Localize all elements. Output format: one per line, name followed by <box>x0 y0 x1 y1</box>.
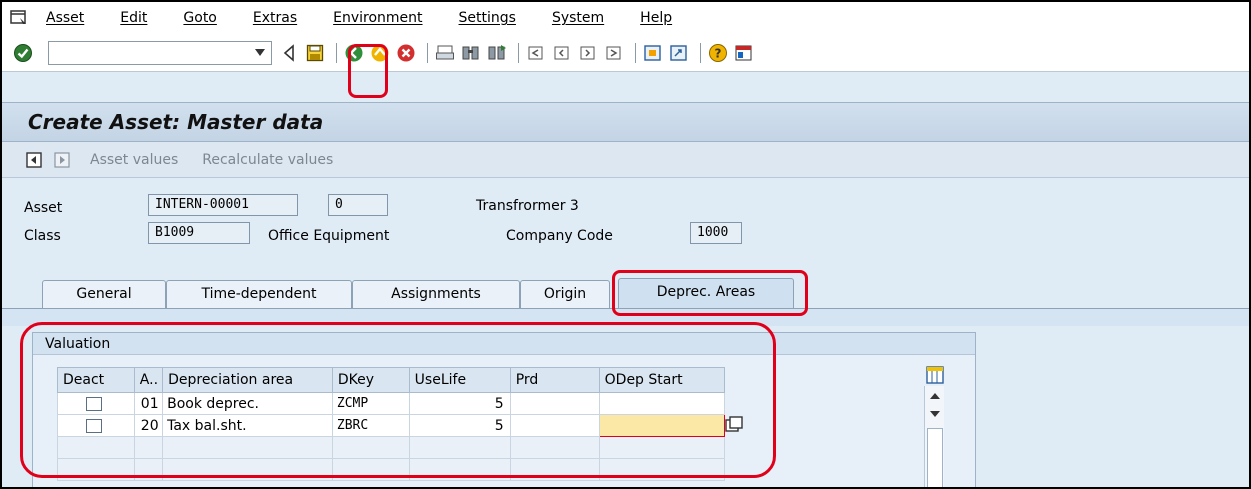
new-session-icon[interactable] <box>642 42 664 64</box>
tab-time-dependent[interactable]: Time-dependent <box>166 280 352 308</box>
menu-help[interactable]: Help <box>640 10 672 26</box>
previous-asset-icon[interactable] <box>26 151 42 168</box>
asset-values-button[interactable]: Asset values <box>90 152 178 168</box>
next-asset-icon[interactable] <box>54 151 70 168</box>
class-label: Class <box>24 228 61 244</box>
last-page-icon[interactable] <box>603 42 625 64</box>
class-description: Office Equipment <box>268 228 390 244</box>
asset-class-field[interactable]: B1009 <box>148 222 250 244</box>
next-page-icon[interactable] <box>577 42 599 64</box>
title-bar: Create Asset: Master data <box>2 102 1249 142</box>
enter-icon[interactable] <box>12 42 34 64</box>
save-icon[interactable] <box>304 42 326 64</box>
company-code-label: Company Code <box>506 228 613 244</box>
application-toolbar: Asset values Recalculate values <box>2 142 1249 178</box>
asset-description: Transfrormer 3 <box>476 198 579 214</box>
print-icon[interactable] <box>434 42 456 64</box>
valuation-highlight-box <box>20 322 776 478</box>
menu-toggle-icon[interactable] <box>10 10 28 26</box>
back-icon[interactable] <box>278 42 300 64</box>
menu-edit[interactable]: Edit <box>120 10 147 26</box>
toolbar-separator <box>336 42 337 63</box>
tab-assignments[interactable]: Assignments <box>352 280 520 308</box>
tab-origin[interactable]: Origin <box>520 280 610 308</box>
find-next-icon[interactable] <box>486 42 508 64</box>
menu-asset[interactable]: Asset <box>46 10 84 26</box>
menu-environment[interactable]: Environment <box>333 10 422 26</box>
page-title: Create Asset: Master data <box>28 110 324 134</box>
cancel-icon[interactable] <box>395 42 417 64</box>
prev-page-icon[interactable] <box>551 42 573 64</box>
menu-goto[interactable]: Goto <box>183 10 216 26</box>
chevron-down-icon[interactable] <box>255 48 265 56</box>
company-code-field[interactable]: 1000 <box>690 222 742 244</box>
menu-system[interactable]: System <box>552 10 604 26</box>
find-icon[interactable] <box>460 42 482 64</box>
command-field[interactable] <box>48 40 272 65</box>
sap-window: Asset Edit Goto Extras Environment Setti… <box>0 0 1251 489</box>
tab-highlight-box <box>612 270 808 316</box>
scroll-up-icon[interactable] <box>925 388 945 404</box>
help-icon[interactable]: ? <box>707 42 729 64</box>
save-highlight-box <box>348 44 388 98</box>
scroll-thumb[interactable] <box>927 428 943 487</box>
menu-extras[interactable]: Extras <box>253 10 297 26</box>
scroll-down-icon[interactable] <box>925 406 945 422</box>
tab-general[interactable]: General <box>42 280 166 308</box>
asset-header: Asset INTERN-00001 0 Transfrormer 3 Clas… <box>2 180 1249 272</box>
asset-label: Asset <box>24 200 63 216</box>
toolbar-separator <box>518 42 519 63</box>
first-page-icon[interactable] <box>525 42 547 64</box>
asset-subnumber-field[interactable]: 0 <box>328 194 388 216</box>
table-settings-icon[interactable] <box>926 366 944 384</box>
menu-bar: Asset Edit Goto Extras Environment Setti… <box>2 2 1249 34</box>
layout-icon[interactable] <box>733 42 755 64</box>
asset-number-field[interactable]: INTERN-00001 <box>148 194 298 216</box>
standard-toolbar: ? <box>2 34 1249 72</box>
toolbar-separator <box>427 42 428 63</box>
recalculate-values-button[interactable]: Recalculate values <box>202 152 333 168</box>
table-scrollbar[interactable] <box>924 386 945 487</box>
shortcut-icon[interactable] <box>668 42 690 64</box>
svg-text:?: ? <box>715 46 722 60</box>
toolbar-separator <box>635 42 636 63</box>
toolbar-separator <box>700 42 701 63</box>
menu-settings[interactable]: Settings <box>459 10 516 26</box>
